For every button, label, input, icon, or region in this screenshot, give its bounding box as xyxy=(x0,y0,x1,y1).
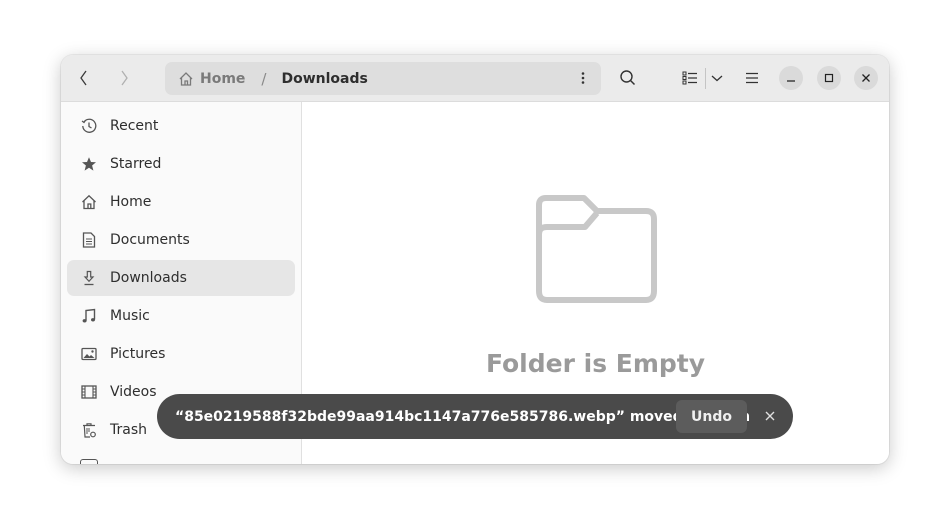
header-bar: Home / Downloads xyxy=(61,55,889,102)
sidebar-item-recent[interactable]: Recent xyxy=(67,108,295,144)
path-bar: Home / Downloads xyxy=(165,62,601,95)
path-home-button[interactable]: Home xyxy=(178,71,245,87)
film-icon xyxy=(80,383,98,401)
chevron-right-icon xyxy=(121,70,128,86)
clock-icon xyxy=(80,117,98,135)
sidebar-item-label: Documents xyxy=(110,232,190,248)
sidebar-item-music[interactable]: Music xyxy=(67,298,295,334)
view-options-button[interactable] xyxy=(706,63,728,93)
path-home-label: Home xyxy=(200,70,246,87)
maximize-button[interactable] xyxy=(817,66,841,90)
minimize-button[interactable] xyxy=(779,66,803,90)
sidebar-item-documents[interactable]: Documents xyxy=(67,222,295,258)
sidebar-item-label: Pictures xyxy=(110,346,166,362)
path-separator: / xyxy=(261,69,267,88)
folder-icon xyxy=(536,195,657,303)
forward-button[interactable] xyxy=(109,63,139,93)
sidebar-item-starred[interactable]: Starred xyxy=(67,146,295,182)
sidebar-item-label: Starred xyxy=(110,156,162,172)
music-icon xyxy=(80,307,98,325)
sidebar-item-label: Downloads xyxy=(110,270,187,286)
toast-message: “85e0219588f32bde99aa914bc1147a776e58578… xyxy=(175,408,751,425)
chevron-down-icon xyxy=(711,75,723,82)
trash-notification-toast: “85e0219588f32bde99aa914bc1147a776e58578… xyxy=(157,394,793,439)
sidebar-item-label: Videos xyxy=(110,384,157,400)
sidebar-item-pictures[interactable]: Pictures xyxy=(67,336,295,372)
undo-button[interactable]: Undo xyxy=(676,400,747,433)
main-menu-button[interactable] xyxy=(737,63,767,93)
document-icon xyxy=(80,231,98,249)
sidebar-item-label: Music xyxy=(110,308,150,324)
download-icon xyxy=(80,269,98,287)
close-icon xyxy=(862,74,870,82)
sidebar-item-label: Trash xyxy=(110,422,147,438)
empty-folder-title: Folder is Empty xyxy=(485,349,706,378)
path-menu-button[interactable] xyxy=(571,66,595,90)
sidebar-item-label: Home xyxy=(110,194,152,210)
star-icon xyxy=(80,155,98,173)
sidebar-item-label: Recent xyxy=(110,118,159,134)
list-view-icon xyxy=(682,71,697,85)
list-view-button[interactable] xyxy=(675,63,705,93)
path-current-folder[interactable]: Downloads xyxy=(281,71,367,87)
close-icon xyxy=(765,411,775,421)
home-icon xyxy=(179,71,193,86)
partial-sidebar-item-icon xyxy=(80,459,98,464)
vertical-dots-icon xyxy=(581,72,585,84)
close-button[interactable] xyxy=(854,66,878,90)
search-button[interactable] xyxy=(613,63,643,93)
minimize-icon xyxy=(787,80,795,82)
back-button[interactable] xyxy=(69,63,99,93)
trash-icon xyxy=(80,421,98,439)
maximize-icon xyxy=(824,73,834,83)
hamburger-menu-icon xyxy=(746,72,758,84)
sidebar-item-downloads[interactable]: Downloads xyxy=(67,260,295,296)
home-icon xyxy=(80,193,98,211)
picture-icon xyxy=(80,345,98,363)
toast-close-button[interactable] xyxy=(760,406,780,426)
search-icon xyxy=(620,70,636,86)
chevron-left-icon xyxy=(80,70,87,86)
sidebar-item-home[interactable]: Home xyxy=(67,184,295,220)
